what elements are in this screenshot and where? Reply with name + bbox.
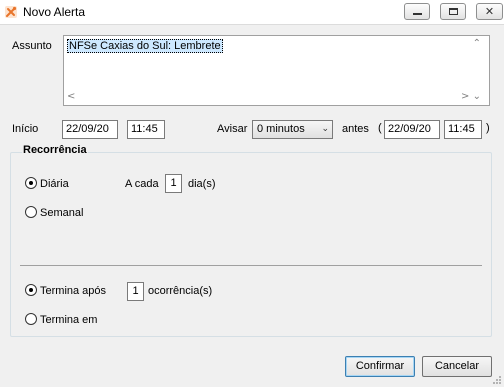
ends-on-label[interactable]: Termina em <box>40 314 97 326</box>
weekly-radio[interactable] <box>25 206 37 218</box>
chevron-down-icon: ⌄ <box>321 124 329 134</box>
start-label: Início <box>12 123 39 135</box>
subject-text: NFSe Caxias do Sul: Lembrete <box>67 39 223 53</box>
start-time-field[interactable]: 11:45 <box>127 120 165 139</box>
occurrences-input[interactable]: 1 <box>127 282 144 301</box>
notify-label: Avisar <box>217 123 248 135</box>
ends-after-radio[interactable] <box>25 284 37 296</box>
every-days-input[interactable]: 1 <box>165 174 182 193</box>
notify-time-field[interactable]: 11:45 <box>444 120 482 139</box>
recurrence-divider <box>20 265 482 266</box>
ends-after-label[interactable]: Termina após <box>40 285 106 297</box>
minimize-icon <box>413 13 422 15</box>
title-bar: Novo Alerta ✕ <box>0 0 504 25</box>
every-label: A cada <box>125 178 159 190</box>
before-label: antes <box>342 123 369 135</box>
occurrences-label: ocorrência(s) <box>148 285 213 297</box>
tools-app-icon <box>5 6 17 18</box>
start-date-field[interactable]: 22/09/20 <box>62 120 118 139</box>
scroll-left-icon[interactable]: < <box>67 91 75 102</box>
open-paren: ( <box>378 122 382 134</box>
subject-label: Assunto <box>12 40 52 52</box>
subject-textarea[interactable]: NFSe Caxias do Sul: Lembrete ⌃ ⌄ < > <box>63 35 490 106</box>
maximize-icon <box>449 8 458 15</box>
scroll-right-icon[interactable]: > <box>461 91 469 102</box>
notify-selected-value: 0 minutos <box>257 123 305 135</box>
close-icon: ✕ <box>484 5 495 18</box>
daily-radio[interactable] <box>25 177 37 189</box>
scroll-up-icon[interactable]: ⌃ <box>473 38 481 49</box>
confirm-button[interactable]: Confirmar <box>345 356 415 377</box>
ends-on-radio[interactable] <box>25 313 37 325</box>
days-label: dia(s) <box>188 178 216 190</box>
recurrence-title: Recorrência <box>22 144 88 156</box>
notify-select[interactable]: 0 minutos ⌄ <box>252 120 333 139</box>
minimize-button[interactable] <box>404 3 430 20</box>
maximize-button[interactable] <box>440 3 466 20</box>
resize-grip-icon[interactable] <box>492 375 502 385</box>
cancel-button[interactable]: Cancelar <box>422 356 492 377</box>
scroll-down-icon[interactable]: ⌄ <box>473 91 481 102</box>
weekly-label[interactable]: Semanal <box>40 207 83 219</box>
recurrence-group <box>10 152 492 337</box>
window-title: Novo Alerta <box>23 5 86 19</box>
close-paren: ) <box>486 122 490 134</box>
close-button[interactable]: ✕ <box>476 3 503 20</box>
notify-date-field[interactable]: 22/09/20 <box>384 120 440 139</box>
daily-label[interactable]: Diária <box>40 178 69 190</box>
